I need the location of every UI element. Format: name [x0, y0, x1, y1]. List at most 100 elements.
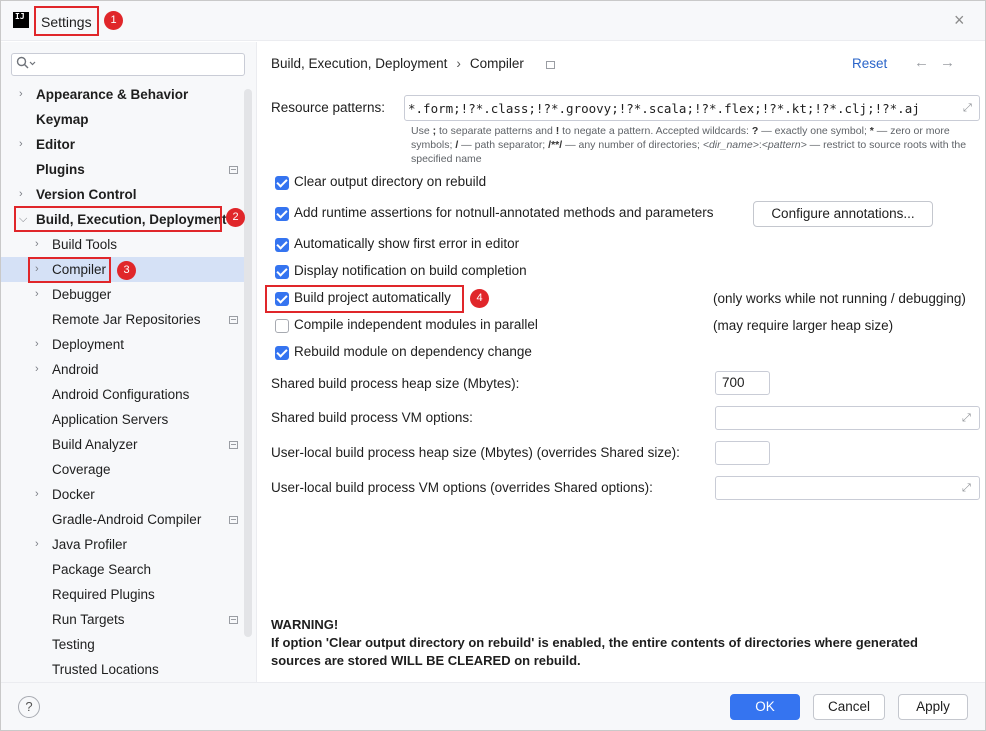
vm-options-input[interactable]: ⤢ [715, 406, 980, 430]
sidebar-item-trusted-locations[interactable]: Trusted Locations [1, 657, 244, 682]
sidebar-item-label: Plugins [36, 162, 85, 177]
back-arrow-icon[interactable]: ← [914, 54, 929, 71]
chevron-right-icon[interactable]: › [35, 532, 45, 557]
sidebar-scrollbar[interactable] [244, 89, 252, 637]
sidebar-item-label: Build Analyzer [52, 437, 138, 452]
checkbox-7[interactable] [275, 346, 289, 360]
expand-field-icon[interactable]: ⤢ [962, 483, 972, 494]
resource-patterns-label: Resource patterns: [271, 100, 386, 115]
sidebar-item-gradle-android-compiler[interactable]: Gradle-Android Compiler [1, 507, 244, 532]
chevron-right-icon[interactable]: › [35, 482, 45, 507]
sidebar-item-required-plugins[interactable]: Required Plugins [1, 582, 244, 607]
sidebar-item-remote-jar-repositories[interactable]: Remote Jar Repositories [1, 307, 244, 332]
checkbox-6[interactable] [275, 319, 289, 333]
sidebar-item-plugins[interactable]: Plugins [1, 157, 244, 182]
chevron-right-icon[interactable]: › [19, 182, 29, 207]
expand-field-icon[interactable]: ⤢ [962, 413, 972, 424]
sidebar-item-label: Application Servers [52, 412, 169, 427]
sidebar-item-label: Appearance & Behavior [36, 87, 189, 102]
breadcrumb-current: Compiler [469, 56, 524, 71]
sidebar-item-deployment[interactable]: › Deployment [1, 332, 244, 357]
user-heap-size-label: User-local build process heap size (Mbyt… [271, 445, 680, 460]
breadcrumb-separator: › [456, 56, 461, 71]
reset-link[interactable]: Reset [852, 56, 887, 71]
chevron-right-icon[interactable]: › [35, 282, 45, 307]
configure-annotations-button[interactable]: Configure annotations... [753, 201, 933, 227]
ok-button[interactable]: OK [730, 694, 800, 720]
sidebar-item-android[interactable]: › Android [1, 357, 244, 382]
cancel-button[interactable]: Cancel [813, 694, 885, 720]
annotation-box-compiler [28, 257, 111, 283]
user-vm-options-label: User-local build process VM options (ove… [271, 480, 653, 495]
resource-patterns-input[interactable]: *.form;!?*.class;!?*.groovy;!?*.scala;!?… [404, 95, 980, 121]
sidebar-item-coverage[interactable]: Coverage [1, 457, 244, 482]
sidebar-item-package-search[interactable]: Package Search [1, 557, 244, 582]
sidebar-item-label: Run Targets [52, 612, 125, 627]
project-level-icon [229, 441, 238, 449]
sidebar-item-application-servers[interactable]: Application Servers [1, 407, 244, 432]
search-icon [16, 56, 36, 69]
sidebar-item-editor[interactable]: › Editor [1, 132, 244, 157]
sidebar-item-label: Testing [52, 637, 95, 652]
chevron-right-icon[interactable]: › [35, 357, 45, 382]
chevron-right-icon[interactable]: › [19, 132, 29, 157]
sidebar-item-version-control[interactable]: › Version Control [1, 182, 244, 207]
user-heap-size-input[interactable] [715, 441, 770, 465]
apply-button[interactable]: Apply [898, 694, 968, 720]
sidebar-item-label: Deployment [52, 337, 125, 352]
sidebar-item-label: Android Configurations [52, 387, 190, 402]
sidebar-item-label: Java Profiler [52, 537, 128, 552]
sidebar-item-label: Keymap [36, 112, 89, 127]
compiler-settings-panel: Build, Execution, Deployment › Compiler Re… [258, 42, 986, 682]
dialog-footer: ? OK Cancel Apply [1, 682, 985, 730]
checkbox-2[interactable] [275, 207, 289, 221]
breadcrumb-parent[interactable]: Build, Execution, Deployment [271, 56, 447, 71]
settings-search-input[interactable] [11, 53, 245, 76]
checkbox-label[interactable]: Add runtime assertions for notnull-annot… [294, 205, 714, 220]
chevron-right-icon[interactable]: › [35, 232, 45, 257]
annotation-box-build-auto [265, 285, 464, 313]
annotation-badge-4: 4 [470, 289, 489, 308]
intellij-logo-icon: IJ [13, 12, 29, 28]
sidebar-item-run-targets[interactable]: Run Targets [1, 607, 244, 632]
chevron-right-icon[interactable]: › [19, 82, 29, 107]
project-level-icon [229, 616, 238, 624]
sidebar-item-label: Required Plugins [52, 587, 155, 602]
help-icon[interactable]: ? [18, 696, 40, 718]
sidebar-item-appearance-behavior[interactable]: › Appearance & Behavior [1, 82, 244, 107]
checkbox-label[interactable]: Compile independent modules in parallel [294, 317, 538, 332]
sidebar-item-android-configurations[interactable]: Android Configurations [1, 382, 244, 407]
sidebar-item-docker[interactable]: › Docker [1, 482, 244, 507]
close-icon[interactable]: × [954, 11, 965, 29]
sidebar-item-build-tools[interactable]: › Build Tools [1, 232, 244, 257]
checkbox-label[interactable]: Clear output directory on rebuild [294, 174, 486, 189]
annotation-box-build-execution [14, 206, 222, 232]
build-auto-note: (only works while not running / debuggin… [713, 291, 966, 306]
sidebar-item-label: Remote Jar Repositories [52, 312, 201, 327]
checkbox-1[interactable] [275, 176, 289, 190]
sidebar-item-build-analyzer[interactable]: Build Analyzer [1, 432, 244, 457]
sidebar-item-label: Android [52, 362, 99, 377]
sidebar-item-debugger[interactable]: › Debugger [1, 282, 244, 307]
checkbox-label[interactable]: Automatically show first error in editor [294, 236, 519, 251]
forward-arrow-icon[interactable]: → [940, 54, 955, 71]
sidebar-item-testing[interactable]: Testing [1, 632, 244, 657]
project-level-icon [229, 516, 238, 524]
sidebar-item-keymap[interactable]: Keymap [1, 107, 244, 132]
sidebar-item-label: Version Control [36, 187, 137, 202]
checkbox-4[interactable] [275, 265, 289, 279]
checkbox-3[interactable] [275, 238, 289, 252]
checkbox-label[interactable]: Rebuild module on dependency change [294, 344, 532, 359]
chevron-right-icon[interactable]: › [35, 332, 45, 357]
project-level-icon [229, 316, 238, 324]
heap-size-input[interactable]: 700 [715, 371, 770, 395]
settings-dialog: IJ Settings 1 × › Appearance & Behavior Ke… [0, 0, 986, 731]
sidebar-item-label: Package Search [52, 562, 152, 577]
resource-patterns-hint: Use ; to separate patterns and ! to nega… [411, 125, 967, 165]
checkbox-label[interactable]: Display notification on build completion [294, 263, 527, 278]
project-level-icon [229, 166, 238, 174]
expand-field-icon[interactable]: ⤢ [963, 103, 973, 114]
sidebar-item-java-profiler[interactable]: › Java Profiler [1, 532, 244, 557]
user-vm-options-input[interactable]: ⤢ [715, 476, 980, 500]
parallel-note: (may require larger heap size) [713, 318, 894, 333]
